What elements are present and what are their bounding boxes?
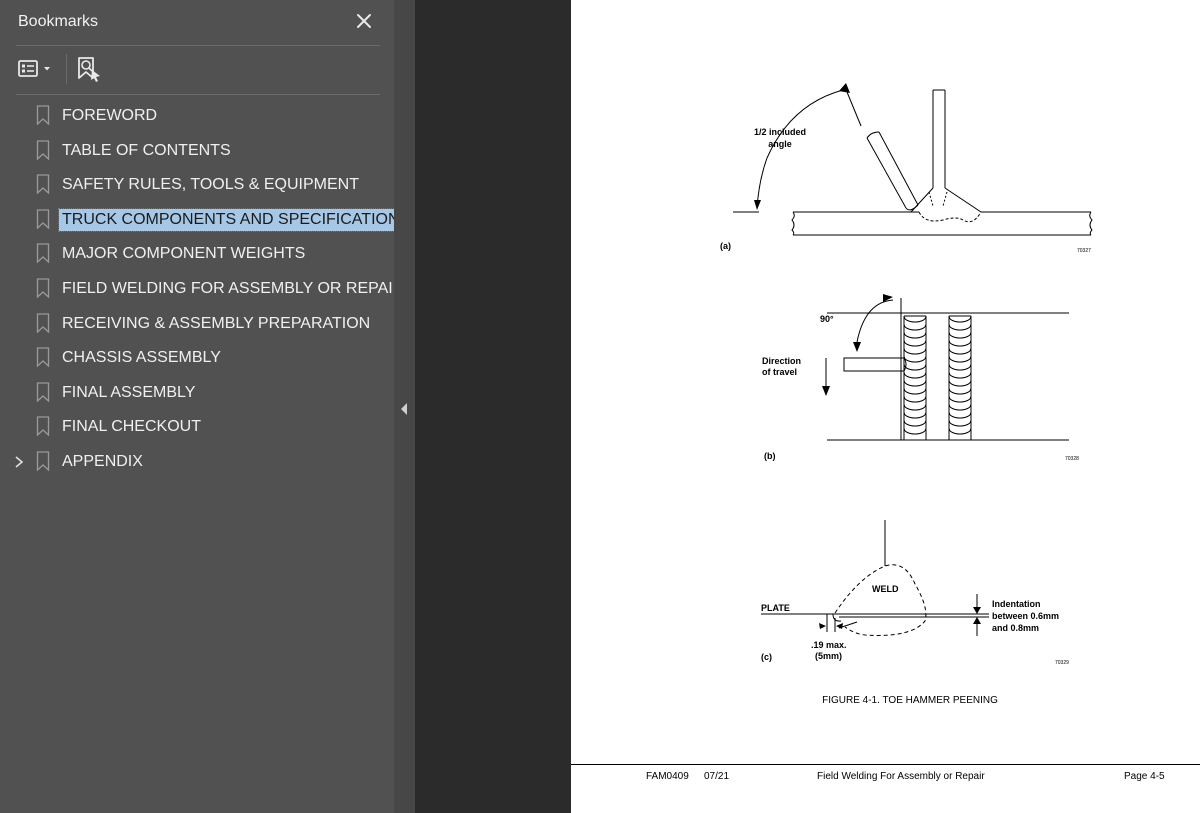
divider <box>16 45 380 46</box>
close-icon[interactable] <box>352 9 376 33</box>
bookmark-icon <box>36 416 50 437</box>
divider <box>16 94 380 95</box>
indentation-label-2: between 0.6mm <box>992 611 1059 621</box>
bookmark-item-final-checkout[interactable]: FINAL CHECKOUT <box>0 410 394 445</box>
panel-splitter[interactable] <box>394 0 415 813</box>
bookmark-icon <box>36 347 50 368</box>
figure-c <box>761 520 989 636</box>
bookmarks-toolbar <box>16 52 380 86</box>
indentation-label-3: and 0.8mm <box>992 623 1039 633</box>
arrowhead <box>839 83 850 93</box>
document-viewer-background <box>415 0 571 813</box>
direction-label-2: of travel <box>762 367 797 377</box>
bookmark-item-foreword[interactable]: FOREWORD <box>0 99 394 134</box>
bookmarks-panel: Bookmarks FOREWORD TABLE OF CONTENTS SAF… <box>0 0 415 813</box>
bookmark-icon <box>36 139 50 161</box>
indentation-label-1: Indentation <box>992 599 1041 609</box>
footer-doc-id: FAM0409 <box>646 771 689 782</box>
bookmark-icon <box>36 312 50 334</box>
bookmark-label: FINAL CHECKOUT <box>62 418 201 436</box>
panel-title: Bookmarks <box>18 13 99 30</box>
toolbar-divider <box>66 54 67 84</box>
max-label-1: .19 max. <box>811 640 847 650</box>
bookmark-label: FOREWORD <box>62 107 158 124</box>
bookmark-item-table-of-contents[interactable]: TABLE OF CONTENTS <box>0 134 394 169</box>
bookmark-item-truck-components[interactable]: TRUCK COMPONENTS AND SPECIFICATIONS <box>0 203 415 238</box>
angle-label-1: 1/2 included <box>754 127 806 137</box>
footer-section: Field Welding For Assembly or Repair <box>817 771 985 782</box>
arrowhead <box>973 617 981 624</box>
bookmark-item-appendix[interactable]: APPENDIX <box>0 445 394 480</box>
bookmark-label: TABLE OF CONTENTS <box>62 141 231 159</box>
bookmark-item-final-assembly[interactable]: FINAL ASSEMBLY <box>0 376 394 411</box>
figure-letter-c: (c) <box>761 652 772 662</box>
bookmark-icon <box>36 209 50 230</box>
bookmark-icon <box>36 174 50 195</box>
bookmark-icon <box>36 105 50 126</box>
bookmark-item-field-welding[interactable]: FIELD WELDING FOR ASSEMBLY OR REPAIR <box>0 272 404 307</box>
angle-90-label: 90° <box>820 314 834 324</box>
max-label-2: (5mm) <box>815 651 842 661</box>
arrowhead <box>819 623 826 629</box>
bookmark-item-safety-rules[interactable]: SAFETY RULES, TOOLS & EQUIPMENT <box>0 168 394 203</box>
bookmark-label: CHASSIS ASSEMBLY <box>62 349 221 367</box>
document-page: 1/2 included angle (a) 70327 90° Directi… <box>571 0 1200 813</box>
bookmark-list: FOREWORD TABLE OF CONTENTS SAFETY RULES,… <box>0 99 415 480</box>
bookmark-icon <box>36 243 50 264</box>
bookmarks-header: Bookmarks <box>0 0 394 45</box>
collapse-arrow-icon[interactable] <box>400 402 408 416</box>
footer-date: 07/21 <box>704 771 730 782</box>
bookmark-label: RECEIVING & ASSEMBLY PREPARATION <box>62 314 371 332</box>
bookmark-item-major-component-weights[interactable]: MAJOR COMPONENT WEIGHTS <box>0 237 394 272</box>
bookmark-options-icon[interactable] <box>16 56 58 82</box>
figure-letter-a: (a) <box>720 241 731 251</box>
figure-4-1: 1/2 included angle (a) 70327 90° Directi… <box>720 83 1093 706</box>
bookmark-label: FINAL ASSEMBLY <box>62 383 196 401</box>
arrowhead <box>754 200 761 210</box>
figure-code-a: 70327 <box>1077 248 1091 254</box>
find-bookmark-icon[interactable] <box>74 54 104 84</box>
bookmark-icon <box>36 382 50 403</box>
plate-label: PLATE <box>761 603 790 613</box>
figure-caption: FIGURE 4-1. TOE HAMMER PEENING <box>822 695 998 706</box>
bookmark-icon <box>36 451 50 472</box>
direction-label-1: Direction <box>762 356 801 366</box>
bookmark-label: SAFETY RULES, TOOLS & EQUIPMENT <box>62 176 359 194</box>
arrowhead <box>822 386 830 396</box>
figure-code-b: 70328 <box>1065 456 1079 462</box>
bookmark-label: TRUCK COMPONENTS AND SPECIFICATIONS <box>57 207 415 232</box>
bookmark-item-chassis-assembly[interactable]: CHASSIS ASSEMBLY <box>0 341 394 376</box>
chevron-right-icon[interactable] <box>12 454 26 470</box>
bookmark-label: MAJOR COMPONENT WEIGHTS <box>62 245 306 263</box>
weld-label: WELD <box>872 584 899 594</box>
footer-divider <box>571 764 1200 765</box>
figure-b <box>825 298 1069 441</box>
arrowhead <box>853 342 861 352</box>
bookmark-item-receiving-assembly[interactable]: RECEIVING & ASSEMBLY PREPARATION <box>0 307 394 342</box>
figure-a <box>733 89 1093 236</box>
angle-label-2: angle <box>768 139 792 149</box>
arrowhead <box>973 607 981 614</box>
figure-code-c: 70329 <box>1055 660 1069 666</box>
bookmark-label: FIELD WELDING FOR ASSEMBLY OR REPAIR <box>62 279 405 297</box>
bookmark-label: APPENDIX <box>62 452 143 470</box>
bookmark-icon <box>36 278 50 299</box>
figure-letter-b: (b) <box>764 451 776 461</box>
footer-page-number: Page 4-5 <box>1124 771 1165 782</box>
